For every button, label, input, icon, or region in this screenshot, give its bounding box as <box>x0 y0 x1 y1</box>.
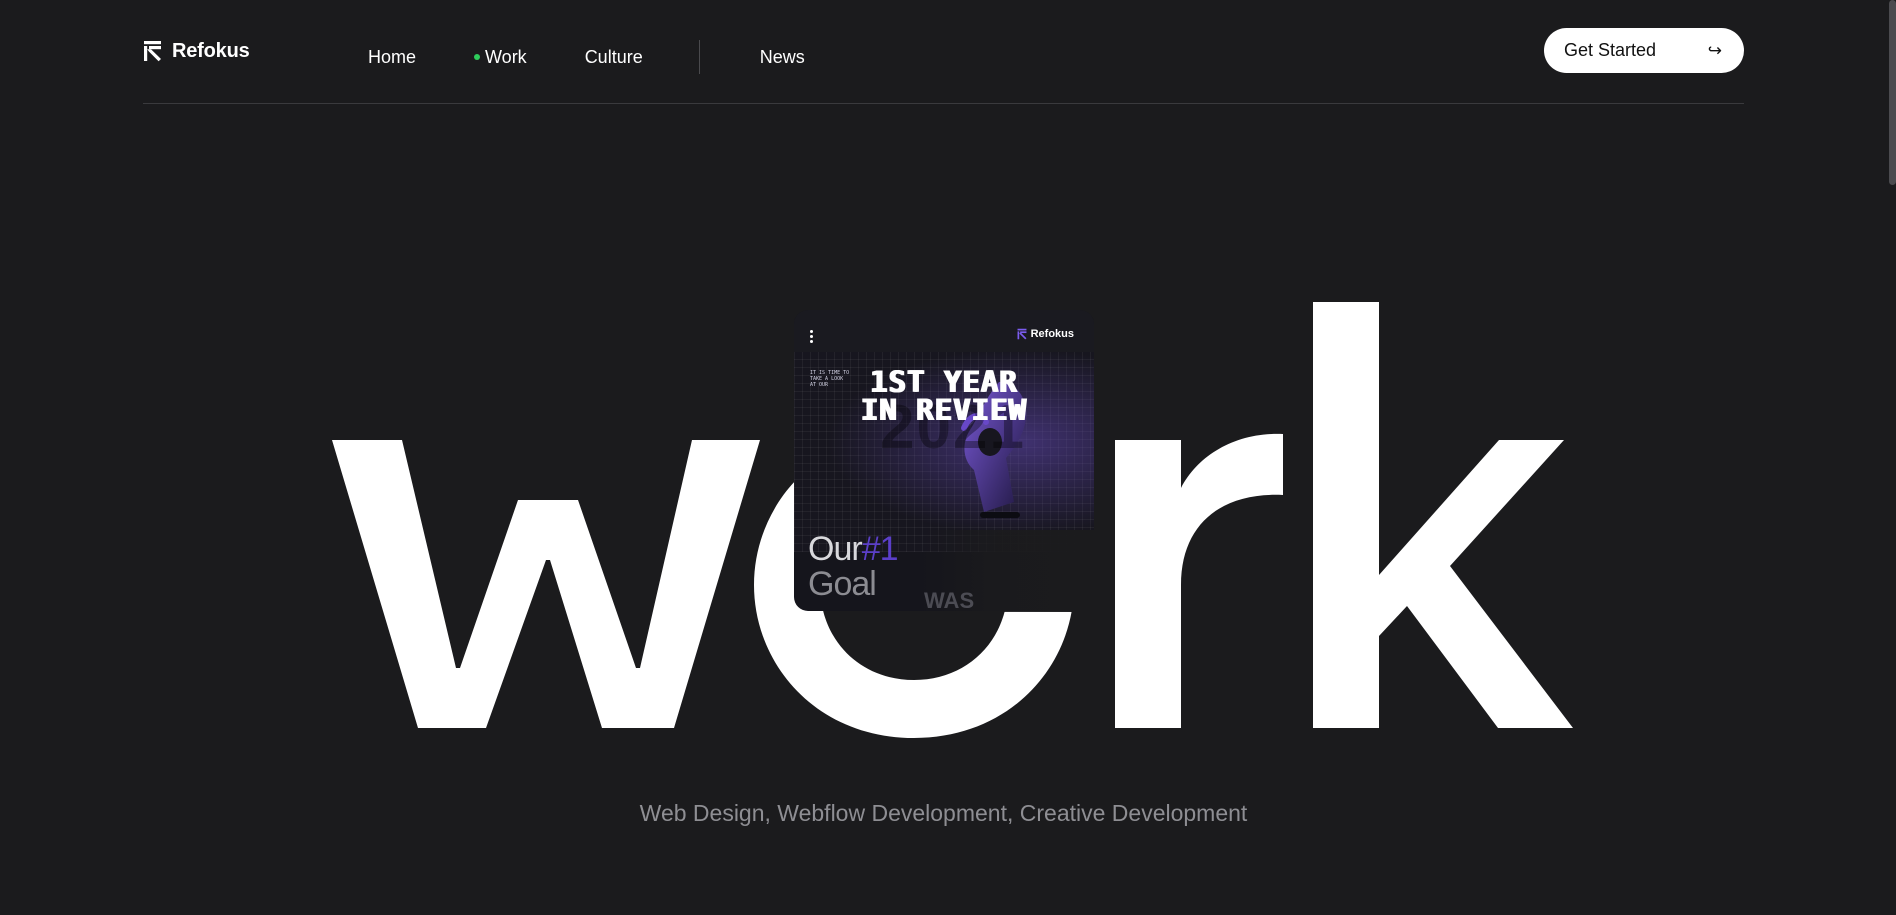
card-headline: 1ST YEAR IN REVIEW <box>794 365 1094 427</box>
letter-r <box>1115 433 1283 728</box>
card-brand: Refokus <box>1017 328 1074 340</box>
page: Refokus Home Work Culture News Get Start… <box>0 0 1896 915</box>
card-topbar: Refokus <box>794 310 1094 352</box>
card-brand-name: Refokus <box>1030 328 1074 340</box>
card-goal-word2: Goal <box>808 565 877 603</box>
letter-k <box>1313 302 1573 728</box>
hero-subtitle: Web Design, Webflow Development, Creativ… <box>639 800 1248 826</box>
card-goal-word1: Our <box>808 530 863 568</box>
scrollbar-thumb[interactable] <box>1889 0 1896 185</box>
page-scrollbar[interactable] <box>1886 0 1896 915</box>
card-headline-line1: 1ST YEAR <box>870 365 1018 399</box>
vertical-dots-icon[interactable] <box>810 330 813 343</box>
card-was-text: WAS <box>924 588 975 613</box>
card-headline-line2: IN REVIEW <box>860 393 1028 427</box>
card-goal-hash: #1 <box>861 530 899 568</box>
refokus-logo-icon <box>1017 328 1027 340</box>
card-goal-text: Our#1 Goal <box>808 530 899 603</box>
letter-w <box>332 440 760 728</box>
